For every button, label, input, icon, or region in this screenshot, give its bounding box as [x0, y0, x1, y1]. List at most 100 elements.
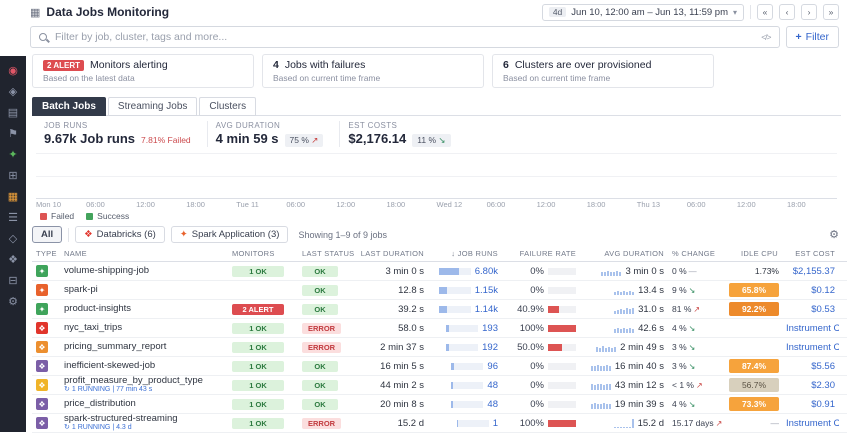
filter-spark-pill[interactable]: ✦ Spark Application (3)	[171, 226, 289, 243]
col-last-duration[interactable]: Last Duration	[356, 249, 428, 258]
x-axis-label: 06:00	[687, 200, 737, 209]
est-cost-link[interactable]: Instrument Cluster ↗	[786, 418, 839, 429]
job-runs-count-link[interactable]: 1.15k	[475, 285, 498, 296]
est-cost-link[interactable]: Instrument Cluster ↗	[786, 342, 839, 353]
search-input[interactable]	[53, 30, 755, 44]
jobs-with-failures-card[interactable]: 4 Jobs with failures Based on current ti…	[262, 54, 484, 88]
failure-rate-value: 0%	[530, 380, 544, 391]
col-job-runs[interactable]: ↓ Job Runs	[428, 249, 502, 258]
security-icon[interactable]: ❖	[8, 255, 18, 266]
search-box[interactable]: </>	[30, 26, 780, 48]
est-cost-link[interactable]: $0.91	[811, 399, 835, 410]
job-name-link[interactable]: spark-pi	[64, 285, 224, 295]
time-jump-forward-button[interactable]: »	[823, 4, 839, 20]
failed-percent: 7.81% Failed	[141, 135, 191, 145]
dashboards-icon[interactable]: ▤	[8, 108, 18, 119]
x-axis-label: 12:00	[336, 200, 386, 209]
x-axis-label: Thu 13	[637, 200, 687, 209]
logs-icon[interactable]: ☰	[8, 213, 18, 224]
job-name-link[interactable]: profit_measure_by_product_type	[64, 376, 224, 386]
time-jump-back-button[interactable]: «	[757, 4, 773, 20]
monitors-icon[interactable]: ⚑	[8, 129, 18, 140]
job-runs-count-link[interactable]: 1.14k	[475, 304, 498, 315]
avg-duration-value: 3 min 0 s	[625, 266, 664, 277]
col-name[interactable]: Name	[60, 249, 228, 258]
est-cost-link[interactable]: $2.30	[811, 380, 835, 391]
time-range-picker[interactable]: 4d Jun 10, 12:00 am – Jun 13, 11:59 pm ▾	[542, 4, 744, 21]
synthetics-icon[interactable]: ◇	[9, 234, 17, 245]
watchdog-icon[interactable]: ◈	[9, 87, 17, 98]
job-name-link[interactable]: volume-shipping-job	[64, 266, 224, 276]
col-monitors[interactable]: Monitors	[228, 249, 298, 258]
table-row[interactable]: ❖ profit_measure_by_product_type ↻1 RUNN…	[32, 376, 847, 395]
legend-success[interactable]: Success	[86, 211, 129, 221]
over-provisioned-clusters-card[interactable]: 6 Clusters are over provisioned Based on…	[492, 54, 714, 88]
time-step-back-button[interactable]: ‹	[779, 4, 795, 20]
tab-batch-jobs[interactable]: Batch Jobs	[32, 97, 106, 116]
col--change[interactable]: % Change	[668, 249, 726, 258]
stat-label: AVG DURATION	[216, 121, 324, 130]
col-last-status[interactable]: Last Status	[298, 249, 356, 258]
filter-databricks-pill[interactable]: ❖ Databricks (6)	[75, 226, 165, 243]
table-row[interactable]: ✦ spark-pi OK 12.8 s 1.15k 0% 13.4 s 9 %…	[32, 281, 847, 300]
filter-all-pill[interactable]: All	[32, 226, 62, 243]
job-runs-count-link[interactable]: 192	[482, 342, 498, 353]
data-jobs-icon[interactable]: ▦	[8, 192, 18, 203]
job-runs-chart[interactable]: Mon 1006:0012:0018:00Tue 1106:0012:0018:…	[32, 150, 841, 222]
monitors-alerting-card[interactable]: 2 ALERT Monitors alerting Based on the l…	[32, 54, 254, 88]
idle-cpu-badge: 65.8%	[729, 283, 779, 297]
table-settings-gear-icon[interactable]: ⚙	[829, 228, 839, 241]
col-est-cost[interactable]: Est Cost	[782, 249, 839, 258]
filter-bar: </> + Filter	[30, 26, 839, 48]
job-runs-count-link[interactable]: 1	[493, 418, 498, 429]
search-icon[interactable]: ◉	[8, 66, 18, 77]
add-filter-button[interactable]: + Filter	[786, 26, 839, 48]
databricks-icon: ❖	[36, 417, 48, 429]
tab-streaming-jobs[interactable]: Streaming Jobs	[108, 97, 197, 116]
job-name-link[interactable]: price_distribution	[64, 399, 224, 409]
job-runs-count-link[interactable]: 48	[487, 399, 498, 410]
percent-change: 9 %↘	[668, 285, 726, 295]
table-row[interactable]: ❖ pricing_summary_report 1 OK ERROR 2 mi…	[32, 338, 847, 357]
est-cost-link[interactable]: $0.53	[811, 304, 835, 315]
est-cost-link[interactable]: $0.12	[811, 285, 835, 296]
percent-change: 0 %—	[668, 266, 726, 276]
table-row[interactable]: ❖ inefficient-skewed-job 1 OK OK 16 min …	[32, 357, 847, 376]
tab-clusters[interactable]: Clusters	[199, 97, 256, 116]
infrastructure-icon[interactable]: ⊞	[8, 171, 17, 182]
job-runs-count-link[interactable]: 48	[487, 380, 498, 391]
apm-icon[interactable]: ✦	[8, 150, 17, 161]
integrations-icon[interactable]: ⊟	[8, 276, 17, 287]
table-row[interactable]: ❖ price_distribution 1 OK OK 20 min 8 s …	[32, 395, 847, 414]
job-runs-count-link[interactable]: 6.80k	[475, 266, 498, 277]
code-icon[interactable]: </>	[761, 32, 770, 42]
settings-icon[interactable]: ⚙	[8, 297, 18, 308]
avg-duration-sparkline	[614, 418, 634, 428]
legend-failed[interactable]: Failed	[40, 211, 74, 221]
col-idle-cpu[interactable]: Idle CPU	[726, 249, 782, 258]
monitors-badge: 2 ALERT	[232, 304, 284, 315]
failures-count: 4	[273, 59, 279, 71]
col-type[interactable]: Type	[32, 249, 60, 258]
job-runs-count-link[interactable]: 96	[487, 361, 498, 372]
job-name-link[interactable]: nyc_taxi_trips	[64, 323, 224, 333]
table-row[interactable]: ✦ product-insights 2 ALERT OK 39.2 s 1.1…	[32, 300, 847, 319]
col-avg-duration[interactable]: Avg Duration	[580, 249, 668, 258]
job-name-link[interactable]: product-insights	[64, 304, 224, 314]
col-failure-rate[interactable]: Failure Rate	[502, 249, 580, 258]
job-name-link[interactable]: pricing_summary_report	[64, 342, 224, 352]
card-subtitle: Based on current time frame	[273, 73, 473, 83]
job-runs-bar	[439, 306, 471, 313]
status-badge: OK	[302, 380, 338, 391]
job-runs-count-link[interactable]: 193	[482, 323, 498, 334]
est-cost-link[interactable]: Instrument Cluster ↗	[786, 323, 839, 334]
time-step-forward-button[interactable]: ›	[801, 4, 817, 20]
table-row[interactable]: ❖ spark-structured-streaming ↻1 RUNNING …	[32, 414, 847, 433]
showing-count: Showing 1–9 of 9 jobs	[298, 230, 387, 240]
table-row[interactable]: ❖ nyc_taxi_trips 1 OK ERROR 58.0 s 193 1…	[32, 319, 847, 338]
table-row[interactable]: ✦ volume-shipping-job 1 OK OK 3 min 0 s …	[32, 262, 847, 281]
job-name-link[interactable]: spark-structured-streaming	[64, 414, 224, 424]
est-cost-link[interactable]: $5.56	[811, 361, 835, 372]
job-name-link[interactable]: inefficient-skewed-job	[64, 361, 224, 371]
est-cost-link[interactable]: $2,155.37	[793, 266, 835, 277]
